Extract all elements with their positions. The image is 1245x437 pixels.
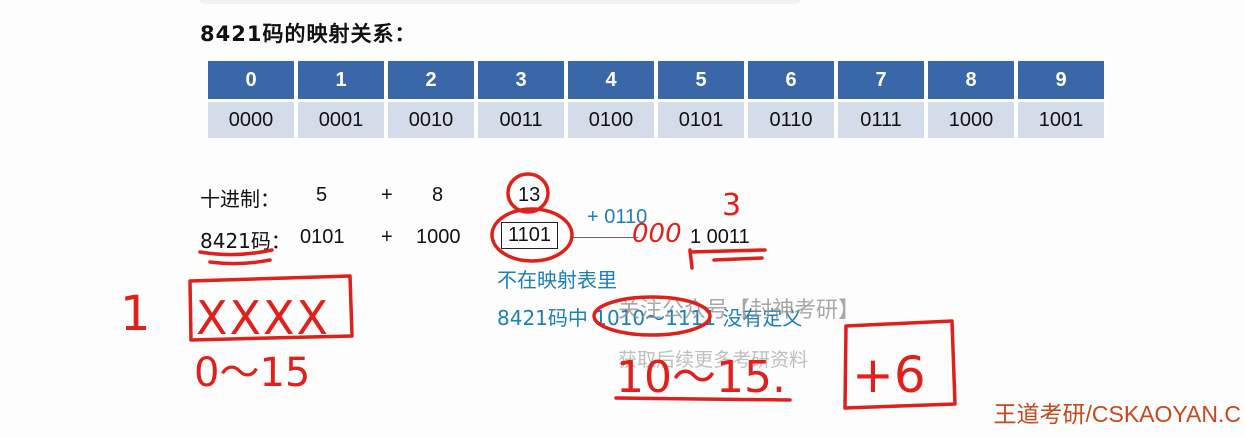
circle-1101 [490,207,574,263]
circle-13 [506,172,550,214]
handwritten-one: 1 [120,286,151,342]
handwritten-plus6: +6 [852,346,926,404]
handwritten-xxxx: XXXX [196,291,330,345]
handwritten-0-15: 0～15 [194,350,310,396]
carry-digit: 3 [722,188,741,223]
underline-final-2 [712,256,764,262]
brand-logo: 王道考研/CSKAOYAN.C [993,401,1242,427]
underline-label [198,248,274,257]
circle-range [592,295,712,337]
prefix-zeros: 000 [632,219,682,249]
slide: 8421码的映射关系： 0 1 2 3 4 5 6 7 8 9 0000 000… [0,0,1245,437]
tick-mark [688,248,694,270]
underline-final [688,248,767,254]
handwriting-overlay: 000 3 1 XXXX 0～15 10～15. +6 [120,172,957,410]
handwritten-10-15: 10～15. [616,352,786,403]
underline-label-2 [208,258,272,266]
